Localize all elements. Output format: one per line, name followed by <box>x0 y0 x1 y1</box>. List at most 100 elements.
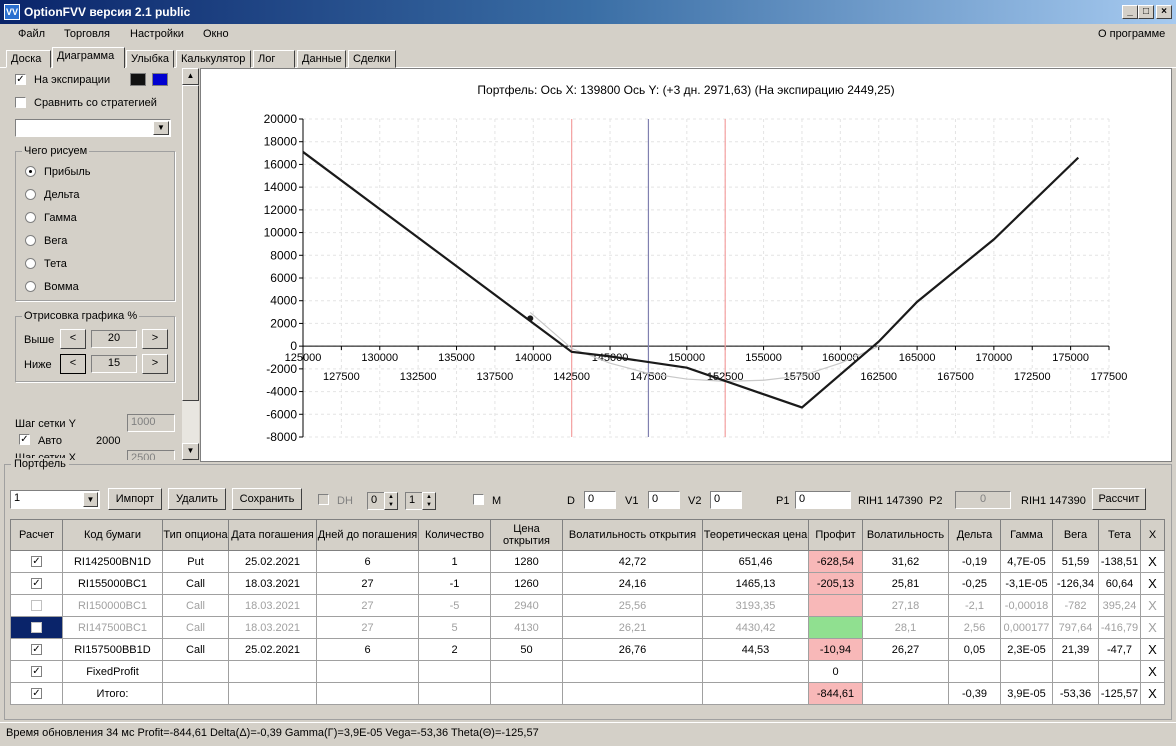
p2-input[interactable]: 0 <box>955 491 1011 509</box>
table-row[interactable]: ✓ Итого: -844,61 -0,39 3,9E-05 -53,36 -125,57 X <box>10 682 1165 705</box>
column-header[interactable]: Профит <box>808 519 863 551</box>
radio-vomma[interactable] <box>25 281 36 292</box>
radio-delta[interactable] <box>25 189 36 200</box>
auto-checkbox[interactable]: ✓ <box>19 434 30 445</box>
row-calc-cell[interactable]: ✓ <box>10 682 63 705</box>
d-input[interactable]: 0 <box>584 491 616 509</box>
v1-input[interactable]: 0 <box>648 491 680 509</box>
below-value[interactable]: 15 <box>91 355 137 373</box>
menu-trading[interactable]: Торговля <box>64 28 110 40</box>
tab-calculator[interactable]: Калькулятор <box>176 50 251 68</box>
close-button[interactable]: × <box>1156 5 1172 19</box>
above-decrease-button[interactable]: < <box>60 329 86 349</box>
column-header[interactable]: Цена открытия <box>490 519 563 551</box>
import-button[interactable]: Импорт <box>108 488 162 510</box>
row-calc-cell[interactable]: ✓ <box>10 572 63 595</box>
row-calc-checkbox[interactable]: ✓ <box>31 688 42 700</box>
chevron-down-icon[interactable]: ▼ <box>83 492 98 507</box>
row-calc-checkbox[interactable] <box>31 622 42 634</box>
radio-profit[interactable] <box>25 166 36 177</box>
above-increase-button[interactable]: > <box>142 329 168 349</box>
strategy-select[interactable] <box>15 119 171 137</box>
column-header[interactable]: Код бумаги <box>62 519 163 551</box>
below-increase-button[interactable]: > <box>142 354 168 374</box>
row-calc-cell[interactable]: ✓ <box>10 638 63 661</box>
column-header[interactable]: Вега <box>1052 519 1099 551</box>
tab-diagram[interactable]: Диаграмма <box>52 47 125 68</box>
save-button[interactable]: Сохранить <box>232 488 302 510</box>
menu-file[interactable]: Файл <box>18 28 45 40</box>
column-header[interactable]: Количество <box>418 519 491 551</box>
column-header[interactable]: X <box>1140 519 1165 551</box>
remove-row-button[interactable]: X <box>1140 550 1165 573</box>
row-calc-checkbox[interactable] <box>31 600 42 612</box>
column-header[interactable]: Волатильность <box>862 519 949 551</box>
radio-gamma[interactable] <box>25 212 36 223</box>
scroll-down-icon[interactable]: ▼ <box>182 443 199 460</box>
dh-checkbox[interactable] <box>318 494 329 505</box>
left-panel-scrollbar[interactable]: ▲ ▼ <box>182 68 199 460</box>
payoff-chart-area[interactable]: Портфель: Ось X: 139800 Ось Y: (+3 дн. 2… <box>200 68 1172 462</box>
table-row[interactable]: ✓ RI155000BC1 Call 18.03.2021 27 -1 1260 24,16 1… <box>10 572 1165 595</box>
table-row[interactable]: RI150000BC1 Call 18.03.2021 27 -5 2940 25,56 31… <box>10 594 1165 617</box>
scroll-up-icon[interactable]: ▲ <box>182 68 199 85</box>
maximize-button[interactable]: □ <box>1138 5 1154 19</box>
row-calc-checkbox[interactable]: ✓ <box>31 666 42 678</box>
row-calc-cell[interactable]: ✓ <box>10 660 63 683</box>
tab-trades[interactable]: Сделки <box>348 50 396 68</box>
calculate-button[interactable]: Рассчит <box>1092 488 1146 510</box>
remove-row-button[interactable]: X <box>1140 572 1165 595</box>
column-header[interactable]: Теоретическая цена <box>702 519 809 551</box>
menu-about[interactable]: О программе <box>1098 28 1165 40</box>
row-calc-checkbox[interactable]: ✓ <box>31 556 42 568</box>
remove-row-button[interactable]: X <box>1140 660 1165 683</box>
tab-data[interactable]: Данные <box>297 50 346 68</box>
column-header[interactable]: Волатильность открытия <box>562 519 703 551</box>
column-header[interactable]: Гамма <box>1000 519 1053 551</box>
below-decrease-button[interactable]: < <box>60 354 86 374</box>
v2-input[interactable]: 0 <box>710 491 742 509</box>
row-calc-cell[interactable] <box>10 616 63 639</box>
row-calc-cell[interactable]: ✓ <box>10 550 63 573</box>
column-header[interactable]: Дней до погашения <box>316 519 419 551</box>
remove-row-button[interactable]: X <box>1140 682 1165 705</box>
row-calc-checkbox[interactable]: ✓ <box>31 578 42 590</box>
column-header[interactable]: Дата погашения <box>228 519 317 551</box>
tab-smile[interactable]: Улыбка <box>126 50 174 68</box>
row-calc-cell[interactable] <box>10 594 63 617</box>
grid-x-input[interactable]: 2500 <box>127 450 175 460</box>
table-row[interactable]: ✓ FixedProfit 0 X <box>10 660 1165 683</box>
column-header[interactable]: Расчет <box>10 519 63 551</box>
radio-vega[interactable] <box>25 235 36 246</box>
row-calc-checkbox[interactable]: ✓ <box>31 644 42 656</box>
table-row[interactable]: ✓ RI142500BN1D Put 25.02.2021 6 1 1280 42,72 651… <box>10 550 1165 573</box>
delete-button[interactable]: Удалить <box>168 488 226 510</box>
expiry-checkbox[interactable]: ✓ <box>15 74 26 85</box>
dh-spin-2-arrows[interactable]: ▲ ▼ <box>422 492 436 510</box>
grid-y-input[interactable]: 1000 <box>127 414 175 432</box>
above-value[interactable]: 20 <box>91 330 137 348</box>
compare-checkbox[interactable] <box>15 97 26 108</box>
tab-board[interactable]: Доска <box>6 50 51 68</box>
remove-row-button[interactable]: X <box>1140 616 1165 639</box>
menu-window[interactable]: Окно <box>203 28 229 40</box>
tab-log[interactable]: Лог <box>253 50 295 68</box>
column-header[interactable]: Тета <box>1098 519 1141 551</box>
scroll-thumb[interactable] <box>182 85 199 401</box>
expiry-color-blue[interactable] <box>152 73 168 86</box>
m-checkbox[interactable] <box>473 494 484 505</box>
dh-spin-1-arrows[interactable]: ▲ ▼ <box>384 492 398 510</box>
remove-row-button[interactable]: X <box>1140 594 1165 617</box>
table-row[interactable]: RI147500BC1 Call 18.03.2021 27 5 4130 26,21 443… <box>10 616 1165 639</box>
column-header[interactable]: Тип опциона <box>162 519 229 551</box>
expiry-color-black[interactable] <box>130 73 146 86</box>
radio-theta[interactable] <box>25 258 36 269</box>
table-row[interactable]: ✓ RI157500BB1D Call 25.02.2021 6 2 50 26,76 44,5… <box>10 638 1165 661</box>
cursor-point <box>527 315 534 322</box>
remove-row-button[interactable]: X <box>1140 638 1165 661</box>
menu-settings[interactable]: Настройки <box>130 28 184 40</box>
minimize-button[interactable]: _ <box>1122 5 1138 19</box>
p1-input[interactable]: 0 <box>795 491 851 509</box>
chevron-down-icon[interactable]: ▼ <box>153 121 169 135</box>
column-header[interactable]: Дельта <box>948 519 1001 551</box>
